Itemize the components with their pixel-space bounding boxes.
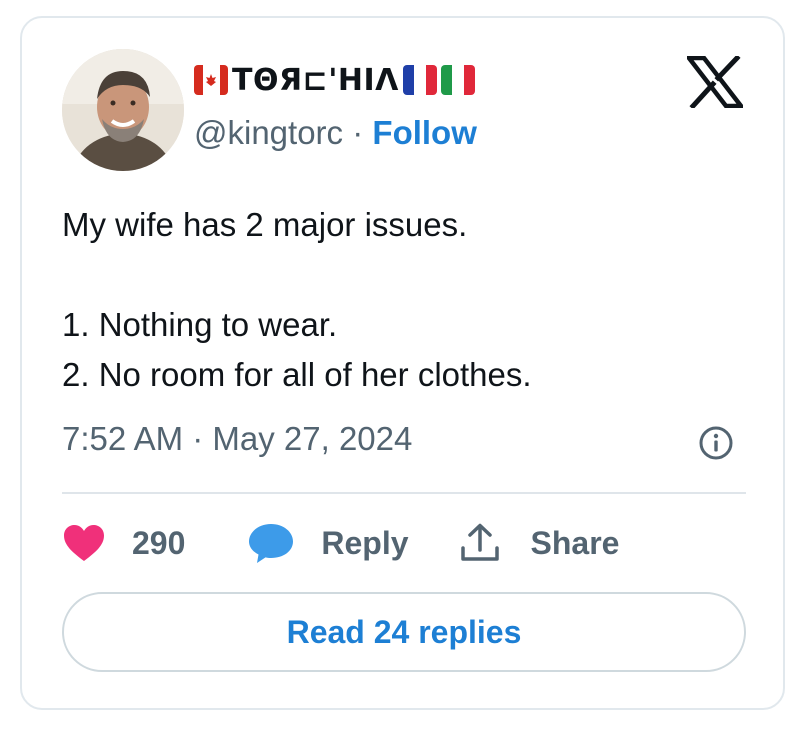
reply-label: Reply <box>321 524 409 561</box>
share-upload-icon <box>460 523 499 561</box>
tweet-line: 2. No room for all of her clothes. <box>62 356 532 393</box>
speech-bubble-icon <box>249 524 294 563</box>
tweet-line: My wife has 2 major issues. <box>62 206 468 243</box>
handle-line: @kingtorc · Follow <box>194 114 477 152</box>
handle[interactable]: @kingtorc <box>194 114 343 151</box>
tweet-text: My wife has 2 major issues. 1. Nothing t… <box>62 200 742 400</box>
tweet-line: 1. Nothing to wear. <box>62 306 338 343</box>
avatar[interactable] <box>62 49 184 171</box>
reply-button[interactable]: Reply <box>247 522 409 564</box>
display-name-text: ТΘЯ⊏'HIΛ <box>232 62 399 98</box>
flag-france-icon <box>402 65 437 95</box>
timestamp[interactable]: 7:52 AM · May 27, 2024 <box>62 420 412 458</box>
x-logo-icon[interactable] <box>684 54 746 110</box>
read-replies-button[interactable]: Read 24 replies <box>62 592 746 672</box>
flag-italy-icon <box>440 65 475 95</box>
display-name[interactable]: ТΘЯ⊏'HIΛ <box>194 62 475 98</box>
like-button[interactable]: 290 <box>62 523 185 563</box>
share-label: Share <box>530 524 620 561</box>
heart-icon <box>64 525 104 561</box>
tweet-line-break <box>62 250 742 300</box>
like-count: 290 <box>132 524 186 561</box>
flag-canada-icon <box>194 65 228 95</box>
follow-link[interactable]: Follow <box>372 114 476 151</box>
divider <box>62 492 746 494</box>
action-bar: 290 Reply Share <box>62 518 619 568</box>
tweet-card: ТΘЯ⊏'HIΛ @kingtorc · Follow My wife has … <box>20 16 785 710</box>
share-button[interactable]: Share <box>459 522 620 564</box>
handle-separator: · <box>352 114 364 151</box>
info-icon[interactable] <box>698 425 734 461</box>
